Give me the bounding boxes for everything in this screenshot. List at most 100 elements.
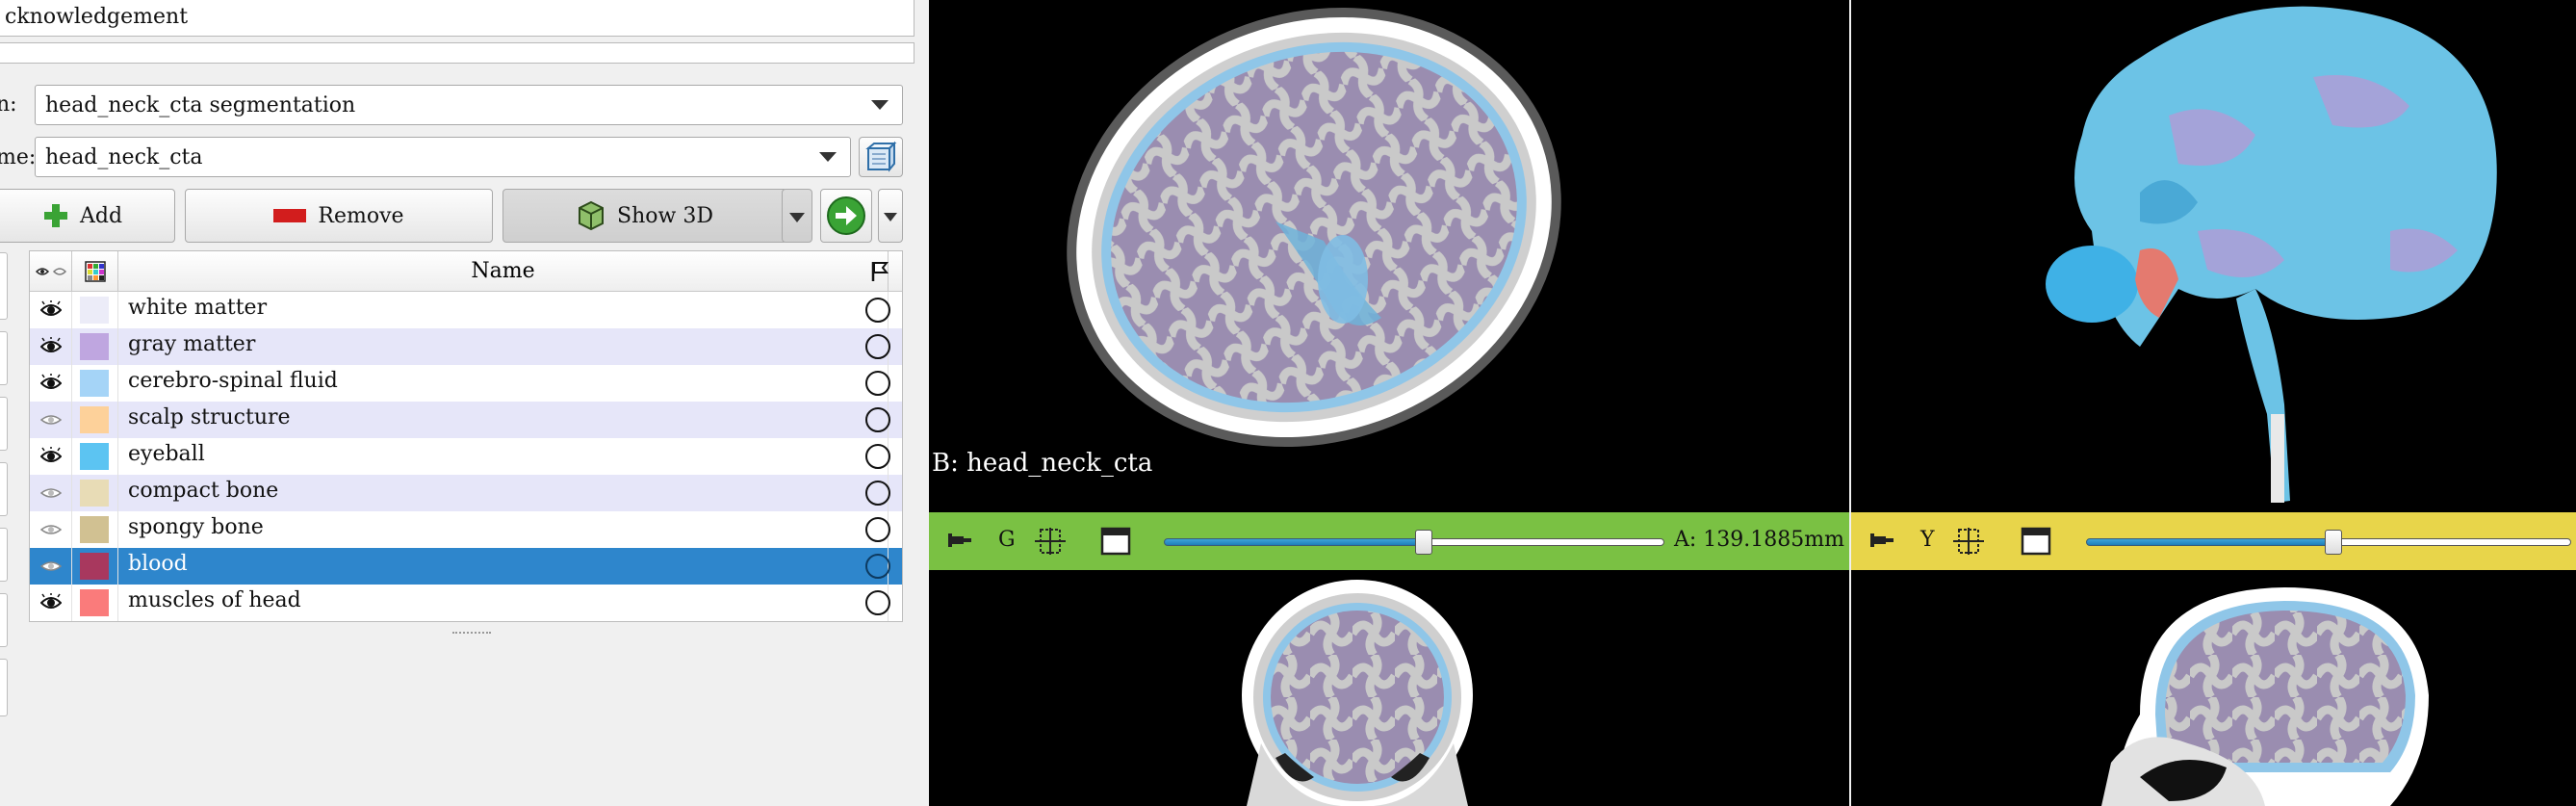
pin-icon[interactable] (948, 530, 973, 551)
acknowledgement-field[interactable]: cknowledgement (0, 0, 914, 37)
yellow-slider-fill (2086, 538, 2334, 546)
visibility-cell[interactable] (30, 548, 72, 585)
plus-icon (43, 204, 67, 227)
green-slider-track[interactable] (1424, 538, 1664, 546)
segment-name[interactable]: eyeball (118, 438, 889, 475)
yellow-slider-handle[interactable] (2325, 530, 2343, 555)
remove-segment-label: Remove (318, 203, 404, 228)
chevron-down-icon (819, 152, 837, 162)
axial-slice-view[interactable]: B: head_neck_cta (929, 0, 1849, 512)
visibility-cell[interactable] (30, 402, 72, 438)
status-circle-icon[interactable] (865, 590, 890, 615)
visibility-cell[interactable] (30, 585, 72, 621)
status-circle-icon[interactable] (865, 481, 890, 506)
visibility-cell[interactable] (30, 438, 72, 475)
surface-options-button[interactable] (878, 189, 903, 243)
color-swatch[interactable] (80, 406, 109, 433)
eye-open-icon[interactable] (40, 337, 62, 356)
link-grid-icon[interactable] (1031, 526, 1069, 557)
visibility-cell[interactable] (30, 475, 72, 511)
status-circle-icon[interactable] (865, 298, 890, 323)
color-column-header[interactable] (72, 251, 118, 292)
table-row[interactable]: spongy bone (30, 511, 902, 548)
show-3d-options-button[interactable] (782, 189, 812, 243)
status-circle-icon[interactable] (865, 334, 890, 359)
eye-closed-icon[interactable] (40, 557, 62, 576)
table-row[interactable]: cerebro-spinal fluid (30, 365, 902, 402)
pin-icon[interactable] (1870, 530, 1895, 551)
color-swatch[interactable] (80, 443, 109, 470)
eye-open-icon[interactable] (40, 447, 62, 466)
side-tab-6[interactable] (0, 593, 8, 647)
master-volume-label: me: (0, 145, 37, 169)
segment-name[interactable]: spongy bone (118, 511, 889, 548)
table-row[interactable]: gray matter (30, 328, 902, 365)
resize-grip[interactable] (452, 632, 491, 636)
show-3d-button[interactable]: Show 3D (502, 189, 787, 243)
color-swatch[interactable] (80, 370, 109, 397)
window-icon[interactable] (1100, 526, 1131, 557)
segment-name[interactable]: gray matter (118, 328, 889, 365)
green-slider-handle[interactable] (1415, 530, 1433, 555)
color-swatch[interactable] (80, 553, 109, 580)
chevron-down-icon (884, 213, 897, 221)
status-circle-icon[interactable] (865, 371, 890, 396)
panel-splitter[interactable] (919, 0, 929, 806)
eye-open-icon[interactable] (40, 300, 62, 320)
color-swatch[interactable] (80, 589, 109, 616)
color-swatch[interactable] (80, 333, 109, 360)
remove-segment-button[interactable]: Remove (185, 189, 493, 243)
flag-icon (871, 261, 889, 281)
create-surface-button[interactable] (820, 189, 872, 243)
side-tab-4[interactable] (0, 462, 8, 516)
add-segment-button[interactable]: Add (0, 189, 175, 243)
side-tab-7[interactable] (0, 659, 8, 716)
segment-name[interactable]: blood (118, 548, 889, 585)
eye-closed-icon[interactable] (40, 410, 62, 429)
side-tab-2[interactable] (0, 331, 8, 385)
segmentation-selector[interactable]: head_neck_cta segmentation (35, 85, 903, 125)
eye-open-icon[interactable] (40, 374, 62, 393)
side-tab-1[interactable] (0, 252, 8, 320)
side-tab-5[interactable] (0, 528, 8, 582)
status-circle-icon[interactable] (865, 444, 890, 469)
eye-open-icon[interactable] (40, 593, 62, 612)
sagittal-slice-view[interactable] (1851, 570, 2576, 806)
eye-closed-icon[interactable] (40, 483, 62, 503)
segment-name[interactable]: white matter (118, 292, 889, 328)
visibility-cell[interactable] (30, 292, 72, 328)
name-column-header[interactable]: Name (118, 251, 889, 292)
status-column-header[interactable] (871, 251, 902, 292)
coronal-slice-view[interactable] (929, 570, 1849, 806)
yellow-slider-track[interactable] (2333, 538, 2571, 546)
link-grid-icon[interactable] (1949, 526, 1988, 557)
window-icon[interactable] (2021, 526, 2051, 557)
table-row[interactable]: compact bone (30, 475, 902, 511)
segment-name[interactable]: muscles of head (118, 585, 889, 621)
table-row[interactable]: blood (30, 548, 902, 585)
acknowledgement-text: cknowledgement (5, 5, 189, 29)
side-tab-3[interactable] (0, 397, 8, 451)
segment-name[interactable]: scalp structure (118, 402, 889, 438)
status-circle-icon[interactable] (865, 517, 890, 542)
eye-closed-icon[interactable] (40, 520, 62, 539)
color-swatch[interactable] (80, 516, 109, 543)
table-row[interactable]: muscles of head (30, 585, 902, 621)
green-slice-offset: A: 139.1885mm (1674, 528, 1844, 552)
master-volume-geometry-button[interactable] (859, 137, 903, 177)
master-volume-selector[interactable]: head_neck_cta (35, 137, 851, 177)
table-row[interactable]: white matter (30, 292, 902, 328)
table-row[interactable]: eyeball (30, 438, 902, 475)
visibility-column-header[interactable] (30, 251, 72, 292)
visibility-cell[interactable] (30, 511, 72, 548)
visibility-cell[interactable] (30, 365, 72, 402)
color-swatch[interactable] (80, 480, 109, 507)
visibility-cell[interactable] (30, 328, 72, 365)
color-swatch[interactable] (80, 297, 109, 324)
status-circle-icon[interactable] (865, 554, 890, 579)
table-row[interactable]: scalp structure (30, 402, 902, 438)
segment-name[interactable]: cerebro-spinal fluid (118, 365, 889, 402)
segment-name[interactable]: compact bone (118, 475, 889, 511)
3d-view[interactable] (1851, 0, 2576, 512)
status-circle-icon[interactable] (865, 407, 890, 432)
